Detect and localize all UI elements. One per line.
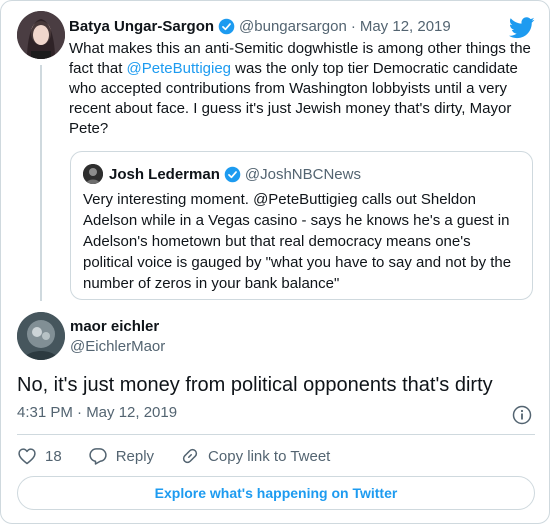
parent-author-avatar[interactable] <box>17 11 65 59</box>
reply-label: Reply <box>115 447 155 465</box>
quoted-author-handle: @JoshNBCNews <box>244 165 361 183</box>
mention-link[interactable]: @PeteButtigieg <box>127 60 231 77</box>
quoted-tweet-text: Very interesting moment. @PeteButtigieg … <box>83 191 512 292</box>
copy-link-label: Copy link to Tweet <box>208 447 331 465</box>
main-author-handle[interactable]: @EichlerMaor <box>70 338 165 355</box>
like-button[interactable]: 18 <box>17 446 62 466</box>
verified-badge-icon <box>218 18 235 34</box>
divider <box>17 434 535 435</box>
quoted-author-avatar <box>83 164 103 184</box>
info-icon[interactable] <box>512 405 532 425</box>
reply-icon <box>89 448 107 465</box>
tweet-timestamp[interactable]: 4:31 PM · May 12, 2019 <box>17 404 177 421</box>
quoted-tweet-header: Josh Lederman @JoshNBCNews <box>109 164 361 184</box>
reply-button[interactable]: Reply <box>88 446 154 466</box>
explore-twitter-button[interactable]: Explore what's happening on Twitter <box>17 476 535 510</box>
link-icon <box>182 448 198 464</box>
heart-icon <box>18 448 36 465</box>
twitter-bird-icon[interactable] <box>509 17 535 39</box>
parent-author-name[interactable]: Batya Ungar-Sargon <box>69 18 214 35</box>
tweet-card: Batya Ungar-Sargon @bungarsargon · May 1… <box>0 0 550 524</box>
verified-badge-icon <box>224 166 241 182</box>
quoted-tweet[interactable]: Josh Lederman @JoshNBCNews Very interest… <box>70 151 533 300</box>
main-author-avatar[interactable] <box>17 312 65 360</box>
parent-tweet-text: What makes this an anti-Semitic dogwhist… <box>69 39 537 139</box>
parent-author-handle[interactable]: @bungarsargon <box>239 18 347 35</box>
like-count: 18 <box>45 447 62 465</box>
tweet-actions: 18 Reply Copy link to Tweet <box>17 443 356 469</box>
main-tweet-text: No, it's just money from political oppon… <box>17 374 493 396</box>
separator-dot: · <box>350 17 356 35</box>
quoted-author-name: Josh Lederman <box>109 165 220 183</box>
thread-connector-line <box>40 65 42 301</box>
copy-link-button[interactable]: Copy link to Tweet <box>180 446 330 466</box>
parent-tweet-header: Batya Ungar-Sargon @bungarsargon · May 1… <box>69 16 451 36</box>
parent-tweet-date[interactable]: May 12, 2019 <box>360 18 451 35</box>
main-author-name[interactable]: maor eichler <box>70 318 159 335</box>
